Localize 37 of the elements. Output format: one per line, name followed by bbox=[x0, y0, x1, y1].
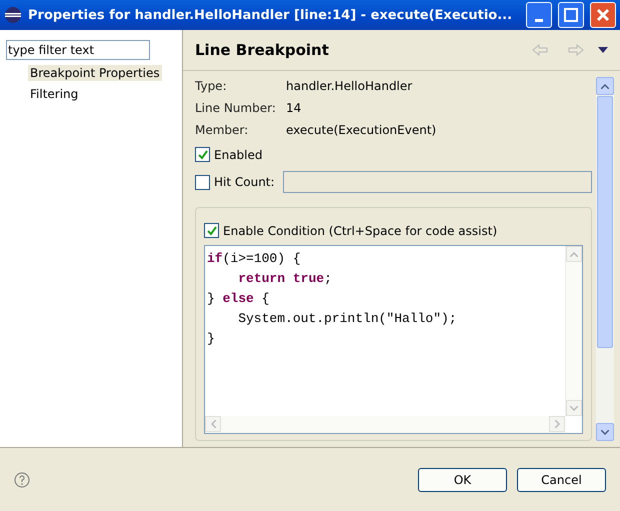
checkbox-label: Enabled bbox=[214, 148, 262, 162]
checkbox[interactable] bbox=[204, 223, 219, 238]
field-label: Line Number: bbox=[195, 100, 277, 114]
field-label: Type: bbox=[195, 78, 228, 92]
checkbox-label: Hit Count: bbox=[214, 175, 275, 189]
close-icon bbox=[596, 8, 610, 22]
field-value: 14 bbox=[286, 100, 302, 114]
help-icon[interactable] bbox=[14, 472, 30, 488]
filter-field[interactable]: type filter text bbox=[6, 40, 150, 60]
checkbox[interactable] bbox=[195, 174, 210, 190]
chevron-down-icon bbox=[570, 406, 578, 410]
field-value: handler.HelloHandler bbox=[286, 78, 412, 92]
cancel-button[interactable]: Cancel bbox=[517, 468, 606, 492]
chevron-right-icon bbox=[554, 420, 560, 428]
close-button[interactable] bbox=[590, 2, 616, 28]
ok-button[interactable]: OK bbox=[418, 468, 507, 492]
field-value: execute(ExecutionEvent) bbox=[286, 122, 436, 136]
checkbox-label: Enable Condition (Ctrl+Space for code assist) bbox=[223, 224, 498, 238]
scroll-up-button[interactable] bbox=[596, 77, 614, 95]
checkbox[interactable] bbox=[195, 147, 210, 162]
page-title: Line Breakpoint bbox=[195, 41, 330, 59]
eclipse-icon bbox=[4, 6, 22, 24]
minimize-icon bbox=[535, 18, 543, 22]
minimize-button[interactable] bbox=[526, 2, 552, 28]
chevron-up-icon bbox=[570, 252, 578, 256]
scroll-thumb[interactable] bbox=[597, 96, 613, 348]
chevron-down-icon bbox=[601, 430, 609, 434]
chevron-up-icon bbox=[601, 84, 609, 88]
tree-item[interactable]: Breakpoint Properties bbox=[28, 65, 162, 81]
chevron-left-icon bbox=[210, 420, 216, 428]
tree-item[interactable]: Filtering bbox=[28, 86, 80, 102]
field-label: Member: bbox=[195, 122, 250, 136]
scroll-down-button[interactable] bbox=[596, 423, 614, 441]
window-title: Properties for handler.HelloHandler [line:14] - execute(Executio... bbox=[28, 8, 514, 22]
menu-caret-icon[interactable] bbox=[598, 47, 608, 53]
maximize-button[interactable] bbox=[558, 2, 584, 28]
maximize-icon bbox=[564, 8, 578, 22]
